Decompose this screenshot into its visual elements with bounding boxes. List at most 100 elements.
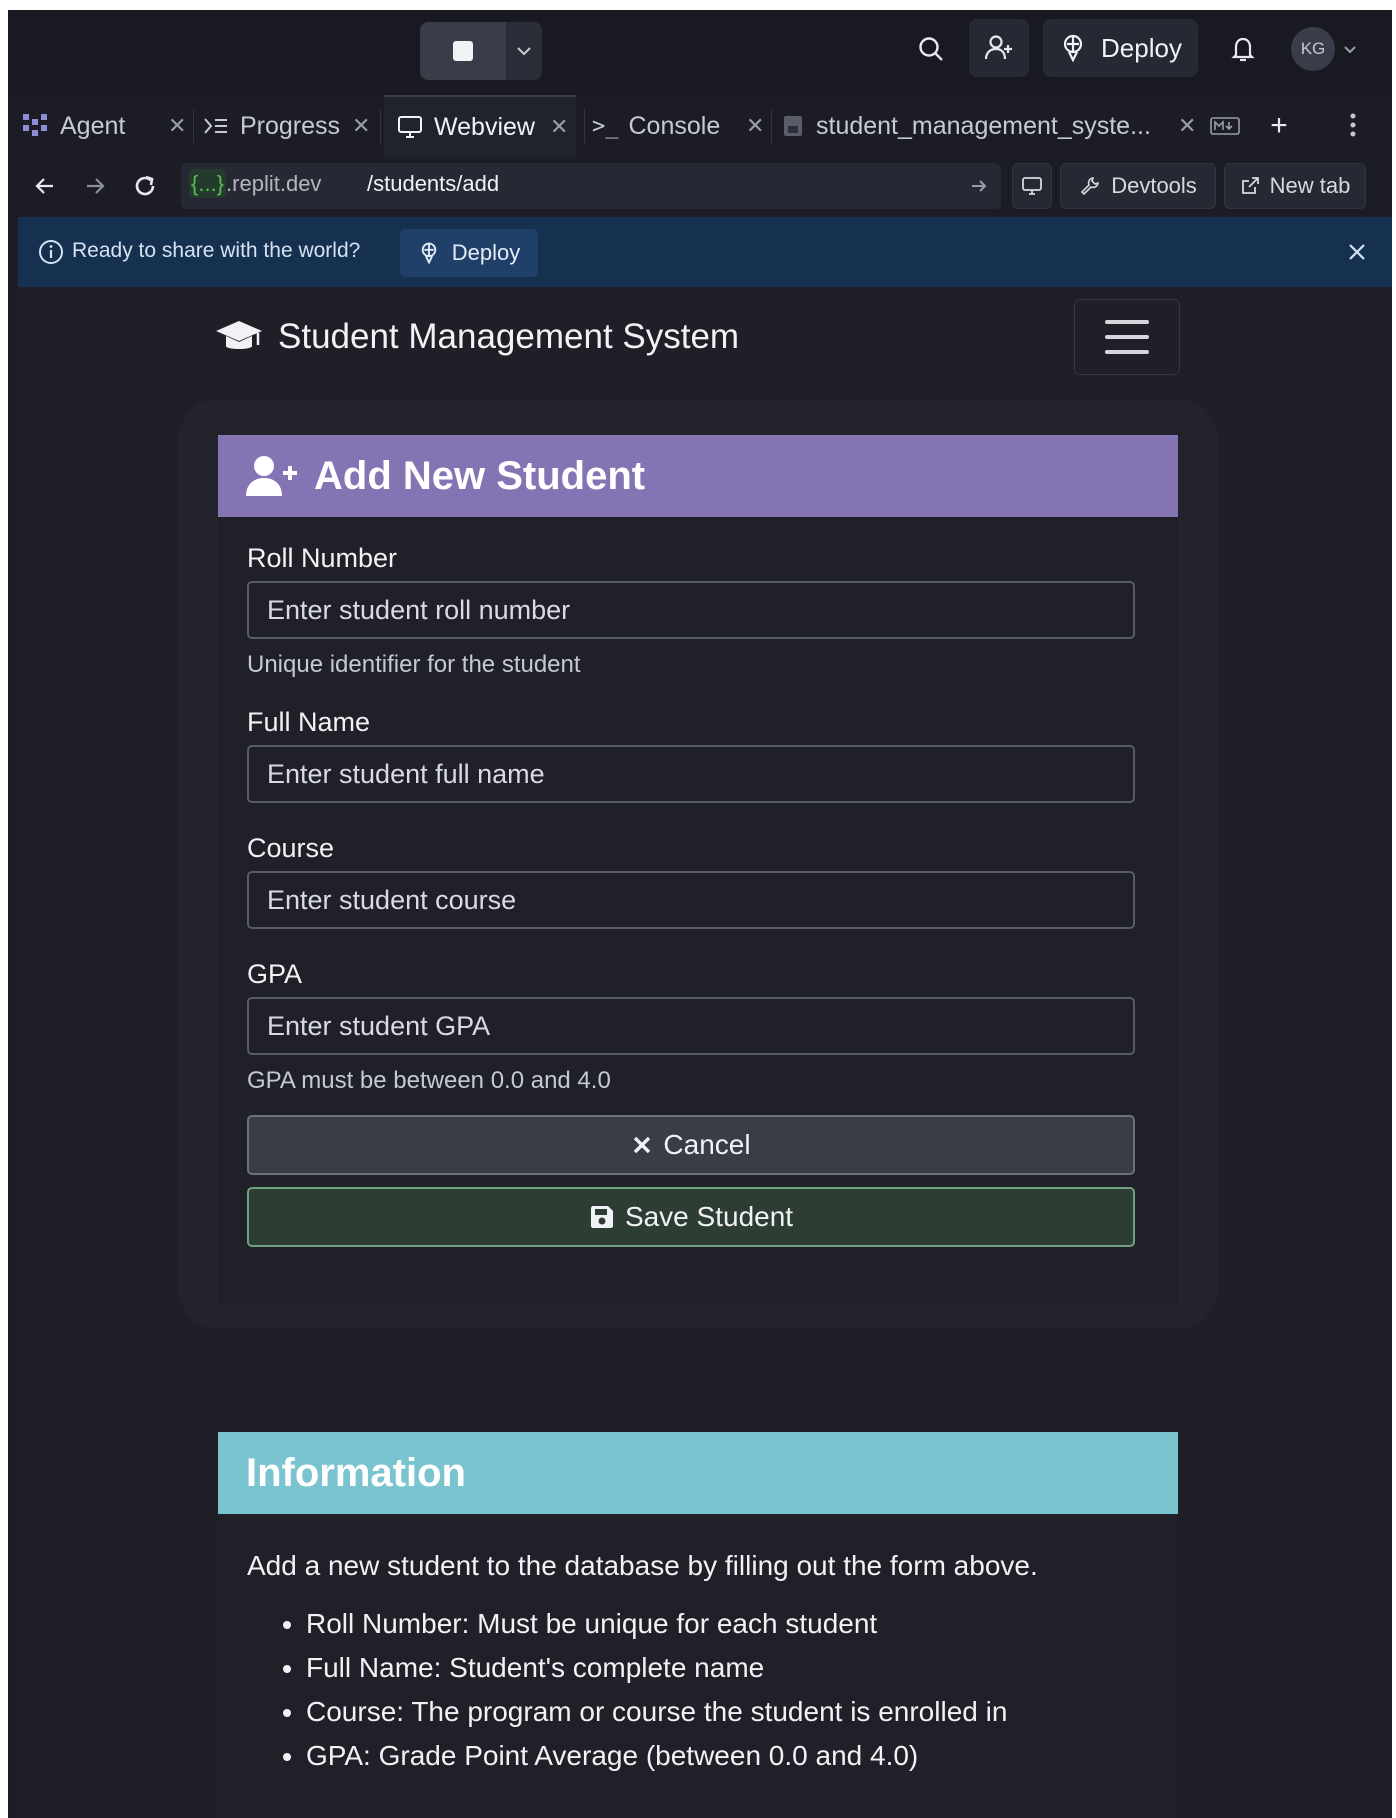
more-options-button[interactable] — [1338, 107, 1368, 143]
cancel-label: Cancel — [663, 1129, 751, 1160]
stop-icon — [453, 41, 473, 61]
list-item: Course: The program or course the studen… — [306, 1690, 1007, 1734]
avatar-initials: KG — [1300, 39, 1326, 58]
notifications-button[interactable] — [1218, 24, 1268, 74]
course-label: Course — [247, 833, 335, 863]
close-icon[interactable]: ✕ — [352, 113, 370, 139]
information-text: Add a new student to the database by fil… — [247, 1550, 1038, 1581]
cancel-button[interactable]: Cancel — [247, 1115, 1135, 1175]
course-input[interactable] — [247, 871, 1135, 929]
arrow-left-icon — [35, 178, 53, 194]
tab-label: Agent — [60, 111, 126, 140]
go-arrow-icon[interactable] — [969, 176, 989, 196]
tab-label: Webview — [434, 112, 535, 141]
information-card: Information Add a new student to the dat… — [218, 1432, 1178, 1818]
external-link-icon — [1241, 177, 1259, 194]
tab-webview[interactable]: Webview ✕ — [384, 95, 576, 157]
arrow-right-icon — [87, 178, 105, 194]
wrench-icon — [1081, 177, 1100, 196]
tab-console[interactable]: >_ Console ✕ — [592, 95, 768, 157]
url-path: /students/add — [367, 171, 500, 196]
close-icon — [1349, 244, 1365, 260]
bell-icon — [1231, 37, 1255, 62]
tab-progress[interactable]: Progress ✕ — [202, 95, 372, 157]
save-icon — [590, 1206, 613, 1228]
full-name-input[interactable] — [247, 745, 1135, 803]
forward-button[interactable] — [78, 167, 112, 205]
tab-divider — [193, 109, 194, 143]
banner-text: Ready to share with the world? — [72, 239, 361, 262]
new-tab-label: New tab — [1269, 173, 1351, 198]
add-user-icon — [246, 456, 297, 496]
add-student-card: Add New Student Roll Number Unique ident… — [218, 435, 1178, 1305]
terminal-icon: >_ — [592, 113, 619, 139]
menu-icon-bar — [1105, 350, 1149, 354]
gpa-help: GPA must be between 0.0 and 4.0 — [247, 1067, 611, 1094]
plus-icon: + — [1270, 109, 1288, 142]
device-preview-button[interactable] — [1012, 163, 1052, 209]
search-button[interactable] — [906, 24, 956, 74]
deploy-icon — [421, 242, 436, 264]
tab-agent[interactable]: Agent ✕ — [20, 95, 186, 157]
url-host-suffix: .replit.dev — [226, 171, 322, 196]
monitor-icon — [1022, 177, 1042, 195]
markdown-preview-button[interactable] — [1208, 111, 1242, 141]
gpa-label: GPA — [247, 959, 303, 989]
banner-deploy-label: Deploy — [451, 240, 521, 265]
close-icon[interactable]: ✕ — [1178, 113, 1196, 139]
list-item: Roll Number: Must be unique for each stu… — [306, 1602, 1007, 1646]
navbar-toggler[interactable] — [1074, 299, 1180, 375]
chevron-down-icon — [1344, 46, 1356, 54]
url-host-prefix: {...} — [189, 169, 227, 198]
save-student-button[interactable]: Save Student — [247, 1187, 1135, 1247]
new-tab-plus-button[interactable]: + — [1262, 109, 1296, 143]
close-icon — [634, 1136, 651, 1154]
new-tab-button[interactable]: New tab — [1224, 163, 1366, 209]
tab-database-file[interactable]: student_management_syste... ✕ — [780, 95, 1200, 157]
tab-divider — [584, 109, 585, 143]
banner-close-button[interactable] — [1342, 237, 1372, 267]
list-item: Full Name: Student's complete name — [306, 1646, 1007, 1690]
run-options-dropdown[interactable] — [506, 22, 542, 80]
information-header: Information — [218, 1432, 1178, 1514]
agent-icon — [23, 114, 47, 136]
deploy-button[interactable]: Deploy — [1043, 19, 1198, 77]
deploy-banner: Ready to share with the world? Deploy — [18, 217, 1392, 287]
full-name-label: Full Name — [247, 707, 371, 737]
avatar[interactable]: KG — [1291, 27, 1335, 71]
info-icon — [39, 240, 63, 264]
list-item: GPA: Grade Point Average (between 0.0 an… — [306, 1734, 1007, 1778]
information-title: Information — [246, 1450, 466, 1495]
add-user-icon — [984, 35, 1012, 60]
invite-button[interactable] — [969, 19, 1029, 77]
close-icon[interactable]: ✕ — [168, 113, 186, 139]
close-icon[interactable]: ✕ — [550, 114, 568, 140]
tab-label: Console — [628, 111, 721, 140]
roll-number-label: Roll Number — [247, 543, 398, 573]
save-label: Save Student — [624, 1201, 794, 1232]
close-icon[interactable]: ✕ — [746, 113, 764, 139]
file-icon — [784, 116, 802, 136]
tab-label: Progress — [240, 111, 341, 140]
roll-number-input[interactable] — [247, 581, 1135, 639]
tab-label: student_management_syste... — [816, 111, 1151, 140]
run-controls — [420, 22, 542, 80]
markdown-icon — [1210, 117, 1240, 135]
reload-button[interactable] — [126, 167, 164, 205]
stop-button[interactable] — [420, 22, 506, 80]
information-list: Roll Number: Must be unique for each stu… — [278, 1602, 1007, 1778]
deploy-icon — [1063, 34, 1083, 62]
url-field[interactable]: {...}.replit.dev /students/add — [181, 163, 1001, 209]
menu-icon-bar — [1105, 320, 1149, 324]
graduation-cap-icon — [216, 321, 262, 349]
navbar-brand[interactable]: Student Management System — [214, 317, 739, 357]
banner-deploy-button[interactable]: Deploy — [400, 229, 538, 277]
tab-bar: Agent ✕ Progress ✕ Webview ✕ >_ Console … — [8, 95, 1392, 158]
devtools-button[interactable]: Devtools — [1060, 163, 1216, 209]
gpa-input[interactable] — [247, 997, 1135, 1055]
account-menu-button[interactable] — [1338, 37, 1362, 61]
more-vertical-icon — [1350, 113, 1356, 137]
replit-window: Deploy KG Agent ✕ Progress ✕ Webview ✕ >… — [8, 10, 1392, 1818]
url-host: {...}.replit.dev — [189, 169, 322, 198]
back-button[interactable] — [28, 167, 62, 205]
